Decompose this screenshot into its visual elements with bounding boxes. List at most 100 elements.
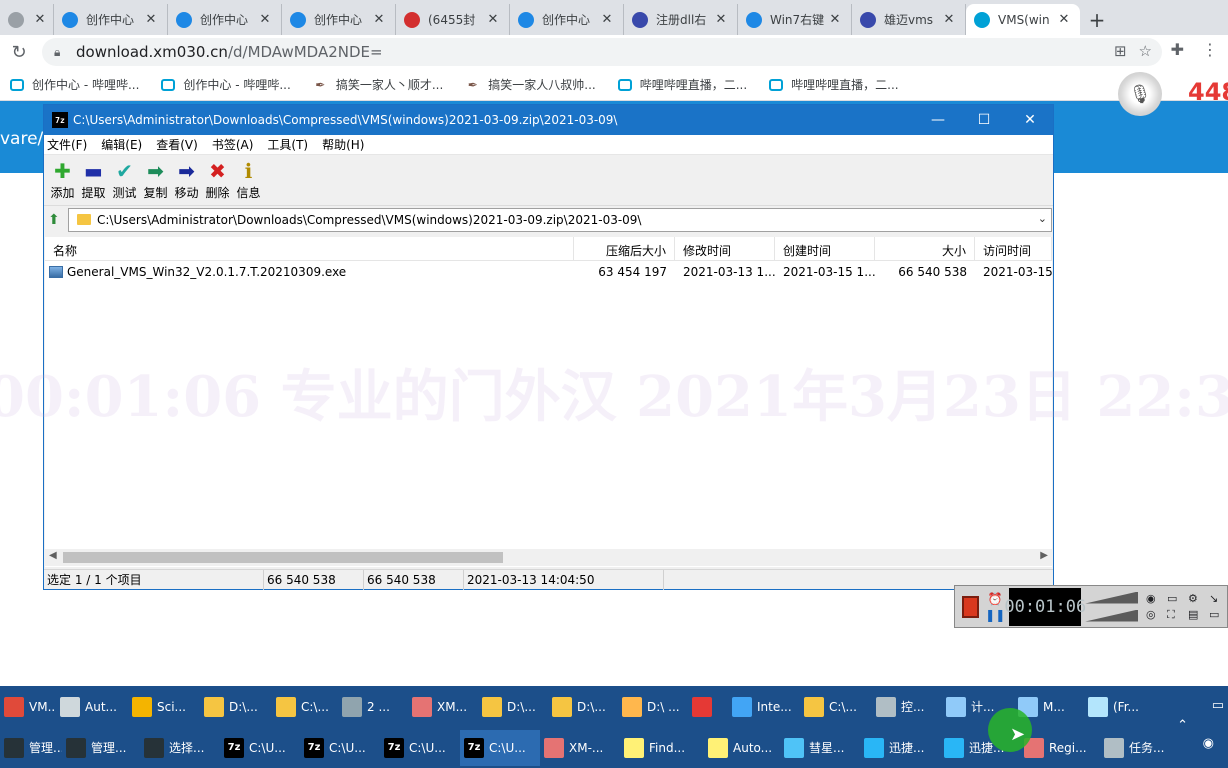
tab-close-icon[interactable]: ✕ <box>32 12 48 27</box>
menu-item[interactable]: 工具(T) <box>267 136 308 153</box>
address-bar[interactable]: 🔒︎ download.xm030.cn/d/MDAwMDA2NDE= ⊞ ☆ <box>42 38 1162 66</box>
taskbar-item[interactable]: XM-... <box>540 730 620 766</box>
bookmark-star-icon[interactable]: ☆ <box>1139 42 1152 60</box>
pause-icon[interactable]: ❚❚ <box>985 608 1005 622</box>
menu-dots-icon[interactable]: ⋮ <box>1202 40 1218 59</box>
tab-close-icon[interactable]: ✕ <box>599 12 615 27</box>
horizontal-scrollbar[interactable]: ◀ ▶ <box>45 549 1052 566</box>
tab-close-icon[interactable]: ✕ <box>941 12 957 27</box>
toolbar-button[interactable]: ✚ 添加 <box>47 160 78 205</box>
maximize-icon[interactable]: ☐ <box>961 105 1007 135</box>
webcam-icon[interactable]: ◉ <box>1146 592 1164 605</box>
translate-icon[interactable]: ⊞ <box>1114 42 1127 60</box>
file-row[interactable]: General_VMS_Win32_V2.0.1.7.T.20210309.ex… <box>45 261 1052 283</box>
taskbar-item[interactable] <box>688 689 728 725</box>
column-header[interactable]: 压缩后大小 <box>574 237 675 260</box>
bookmark-item[interactable]: 哔哩哔哩直播，二... <box>617 76 747 93</box>
scroll-right-icon[interactable]: ▶ <box>1040 550 1048 561</box>
toolbar-button[interactable]: ℹ 信息 <box>233 160 264 205</box>
toolbar-button[interactable]: ▬ 提取 <box>78 160 109 205</box>
scroll-thumb[interactable] <box>63 552 503 563</box>
taskbar-item[interactable]: 管理... <box>62 730 140 766</box>
browser-tab[interactable]: 注册dll右 ✕ <box>624 4 738 35</box>
tab-close-icon[interactable]: ✕ <box>143 12 159 27</box>
taskbar-item[interactable]: 7z C:\U... <box>220 730 300 766</box>
column-header[interactable]: 名称 <box>45 237 574 260</box>
window-icon[interactable]: ▤ <box>1188 608 1206 622</box>
column-header[interactable]: 修改时间 <box>675 237 775 260</box>
speaker-icon[interactable]: 🎙︎ <box>1118 72 1162 116</box>
taskbar-item[interactable]: VM... <box>0 689 56 725</box>
taskbar-item[interactable]: Sci... <box>128 689 200 725</box>
taskbar-item[interactable]: 7z C:\U... <box>300 730 380 766</box>
taskbar-item[interactable]: 7z C:\U... <box>460 729 540 766</box>
taskbar-item[interactable]: 选择... <box>140 730 220 766</box>
bookmark-item[interactable]: 哔哩哔哩直播，二... <box>769 76 899 93</box>
taskbar-item[interactable]: 管理... <box>0 730 62 766</box>
toolbar-button[interactable]: ➡ 复制 <box>140 160 171 205</box>
browser-tab[interactable]: ✕ <box>0 4 54 35</box>
browser-tab[interactable]: (6455封 ✕ <box>396 4 510 35</box>
fullscreen-icon[interactable]: ⛶ <box>1167 608 1185 622</box>
7zip-titlebar[interactable]: 7z C:\Users\Administrator\Downloads\Comp… <box>44 105 1053 135</box>
menu-item[interactable]: 查看(V) <box>156 136 198 153</box>
browser-tab[interactable]: 创作中心 ✕ <box>54 4 168 35</box>
extensions-icon[interactable]: ✚ <box>1171 40 1184 59</box>
tab-close-icon[interactable]: ✕ <box>713 12 729 27</box>
menu-item[interactable]: 编辑(E) <box>101 136 142 153</box>
taskbar-item[interactable]: Aut... <box>56 689 128 725</box>
browser-tab[interactable]: 创作中心 ✕ <box>510 4 624 35</box>
browser-tab[interactable]: 创作中心 ✕ <box>282 4 396 35</box>
scroll-left-icon[interactable]: ◀ <box>49 550 57 561</box>
menu-item[interactable]: 帮助(H) <box>322 136 364 153</box>
taskbar-item[interactable]: Regi... <box>1020 730 1100 766</box>
bookmark-item[interactable]: ✒ 搞笑一家人丶顺才... <box>313 76 443 93</box>
settings-icon[interactable]: ⚙ <box>1188 592 1206 605</box>
bookmark-item[interactable]: ✒ 搞笑一家人八叔帅... <box>465 76 596 93</box>
7zip-path-field[interactable]: C:\Users\Administrator\Downloads\Compres… <box>68 207 1052 232</box>
taskbar-item[interactable]: D:\... <box>200 689 272 725</box>
taskbar-item[interactable]: 2 ... <box>338 689 408 725</box>
stop-record-button[interactable] <box>962 595 980 618</box>
chevron-down-icon[interactable]: ⌄ <box>1038 212 1047 225</box>
alarm-clock-icon[interactable]: ⏰ <box>988 592 1003 606</box>
taskbar-item[interactable]: (Fr... <box>1084 689 1154 725</box>
taskbar-item[interactable]: D:\... <box>478 689 548 725</box>
taskbar-item[interactable]: Inte... <box>728 689 800 725</box>
tab-close-icon[interactable]: ✕ <box>257 12 273 27</box>
arrow-icon[interactable]: ↘ <box>1209 592 1227 605</box>
folder-icon[interactable]: ▭ <box>1167 592 1185 605</box>
taskbar-item[interactable]: Auto... <box>704 730 780 766</box>
up-folder-icon[interactable]: ⬆ <box>48 212 68 228</box>
new-tab-button[interactable]: + <box>1080 4 1114 35</box>
record-tray-icon[interactable]: ◉ <box>1203 736 1214 751</box>
tab-close-icon[interactable]: ✕ <box>371 12 387 27</box>
browser-tab[interactable]: VMS(win ✕ <box>966 4 1080 35</box>
taskbar-item[interactable]: D:\ ... <box>618 689 688 725</box>
camera-icon[interactable]: ◎ <box>1146 608 1164 622</box>
menu-item[interactable]: 书签(A) <box>212 136 254 153</box>
taskbar-item[interactable]: Find... <box>620 730 704 766</box>
tab-close-icon[interactable]: ✕ <box>1056 12 1072 27</box>
column-header[interactable]: 大小 <box>875 237 975 260</box>
tray-icon[interactable]: ▭ <box>1212 698 1224 713</box>
taskbar-item[interactable]: D:\... <box>548 689 618 725</box>
browser-tab[interactable]: 雄迈vms ✕ <box>852 4 966 35</box>
menu-item[interactable]: 文件(F) <box>47 136 87 153</box>
taskbar-item[interactable]: 控... <box>872 689 942 725</box>
taskbar-item[interactable]: 任务... <box>1100 730 1170 766</box>
bookmark-item[interactable]: 创作中心 - 哔哩哔... <box>10 76 139 93</box>
chevron-up-icon[interactable]: ⌃ <box>1177 718 1188 733</box>
minimize-icon[interactable]: — <box>915 105 961 135</box>
taskbar-item[interactable]: C:\... <box>272 689 338 725</box>
browser-tab[interactable]: Win7右键 ✕ <box>738 4 852 35</box>
delete-button[interactable]: ✖ 删除 <box>202 160 233 205</box>
taskbar-item[interactable]: C:\... <box>800 689 872 725</box>
taskbar-item[interactable]: 彗星... <box>780 730 860 766</box>
tab-close-icon[interactable]: ✕ <box>485 12 501 27</box>
toolbar-button[interactable]: ➡ 移动 <box>171 160 202 205</box>
taskbar-item[interactable]: 迅捷... <box>860 730 940 766</box>
taskbar-item[interactable]: XM... <box>408 689 478 725</box>
toolbar-button[interactable]: ✔ 测试 <box>109 160 140 205</box>
taskbar-item[interactable]: 7z C:\U... <box>380 730 460 766</box>
